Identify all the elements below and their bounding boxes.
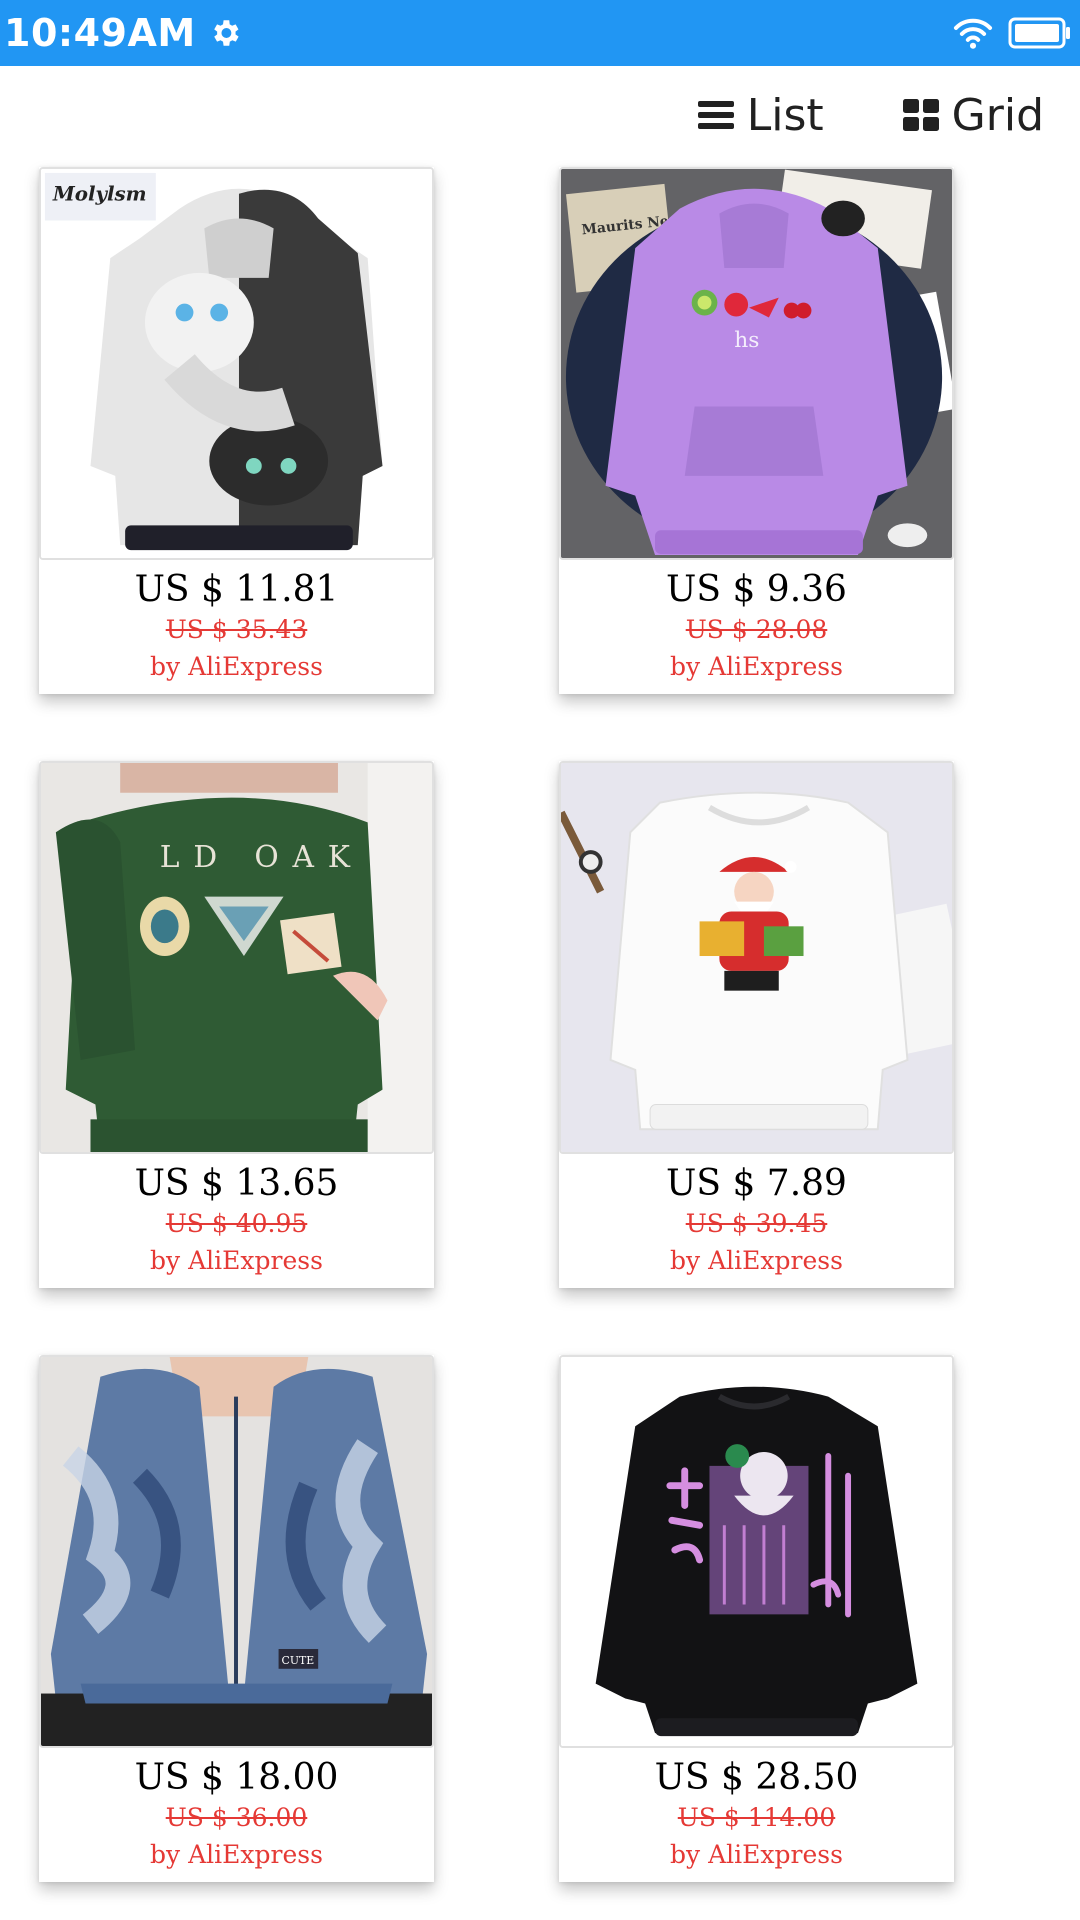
product-seller: by AliExpress	[150, 1246, 323, 1275]
patch-text: CUTE	[282, 1654, 315, 1667]
product-original-price: US $ 35.43	[165, 615, 308, 644]
product-card[interactable]: CUTE US $ 18.00 US $ 36.00 by AliExpress	[39, 1355, 434, 1882]
product-card[interactable]: US $ 28.50 US $ 114.00 by AliExpress	[559, 1355, 954, 1882]
product-image[interactable]	[559, 761, 954, 1154]
product-original-price: US $ 36.00	[165, 1803, 308, 1832]
product-price: US $ 11.81	[134, 569, 339, 610]
product-card[interactable]: LD OAK US $ 13.65 US $ 40.95 by AliExpre…	[39, 761, 434, 1288]
product-price: US $ 13.65	[134, 1163, 339, 1204]
list-view-label: List	[746, 89, 824, 141]
wifi-icon	[952, 16, 994, 50]
product-seller: by AliExpress	[150, 652, 323, 681]
product-image[interactable]: CUTE	[39, 1355, 434, 1748]
grid-icon	[902, 98, 940, 132]
status-time: 10:49AM	[4, 11, 196, 55]
product-seller: by AliExpress	[670, 652, 843, 681]
product-original-price: US $ 28.08	[685, 615, 828, 644]
product-price: US $ 18.00	[134, 1757, 339, 1798]
print-text: hs	[734, 328, 759, 353]
brand-logo: Molylsm	[52, 182, 147, 206]
grid-view-button[interactable]: Grid	[902, 90, 1044, 141]
product-card[interactable]: Molylsm US $ 11.81 US $ 35.43 by AliExpr…	[39, 167, 434, 694]
product-image[interactable]: LD OAK	[39, 761, 434, 1154]
product-price: US $ 9.36	[666, 569, 847, 610]
gear-icon	[208, 16, 242, 50]
product-seller: by AliExpress	[670, 1246, 843, 1275]
product-original-price: US $ 114.00	[677, 1803, 836, 1832]
product-price: US $ 7.89	[666, 1163, 847, 1204]
product-grid: Molylsm US $ 11.81 US $ 35.43 by AliExpr…	[39, 167, 954, 1882]
product-price: US $ 28.50	[654, 1757, 859, 1798]
product-seller: by AliExpress	[150, 1840, 323, 1869]
product-original-price: US $ 39.45	[685, 1209, 828, 1238]
product-image[interactable]: Maurits News hs	[559, 167, 954, 560]
view-toggle: List Grid	[697, 90, 1044, 141]
grid-view-label: Grid	[951, 89, 1044, 141]
print-text: LD OAK	[160, 840, 364, 875]
product-card[interactable]: Maurits News hs US $ 9.36 US $ 28.08 by …	[559, 167, 954, 694]
list-view-button[interactable]: List	[697, 90, 824, 141]
list-icon	[697, 98, 735, 132]
battery-icon	[1008, 16, 1072, 50]
product-original-price: US $ 40.95	[165, 1209, 308, 1238]
product-card[interactable]: US $ 7.89 US $ 39.45 by AliExpress	[559, 761, 954, 1288]
product-image[interactable]	[559, 1355, 954, 1748]
product-image[interactable]: Molylsm	[39, 167, 434, 560]
product-seller: by AliExpress	[670, 1840, 843, 1869]
status-bar: 10:49AM	[0, 0, 1080, 66]
